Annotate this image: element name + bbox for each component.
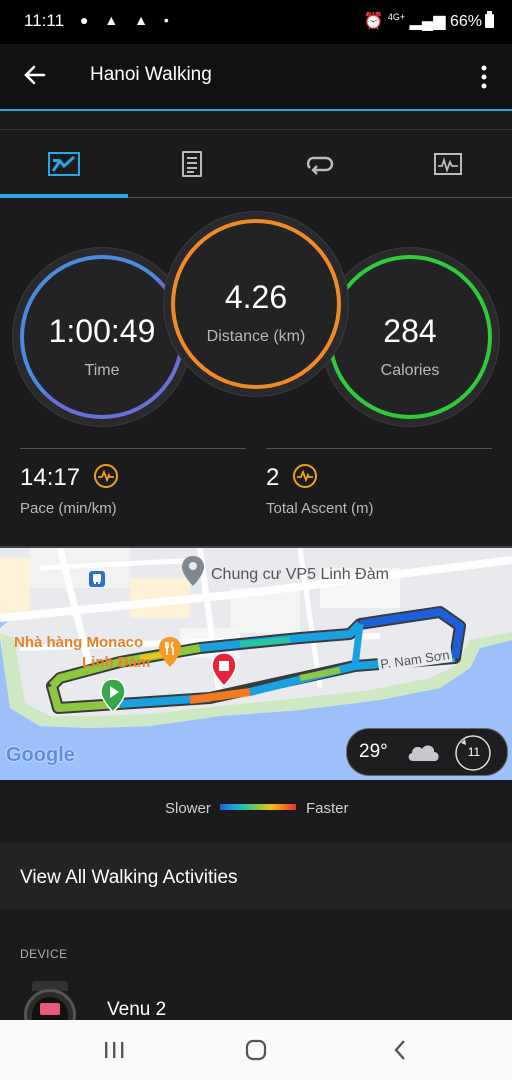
home-icon[interactable] xyxy=(244,1038,268,1062)
view-all-activities-button[interactable]: View All Walking Activities xyxy=(0,843,512,909)
network-label: 4G+ xyxy=(387,12,406,22)
status-time: 11:11 xyxy=(24,11,65,30)
wind-speed: 11 xyxy=(467,745,481,759)
calories-stat: 284 Calories xyxy=(328,313,492,380)
status-bar: 11:11 ● ▲ ▲ • ⏰ 4G+ ▂▄▆ 66% xyxy=(0,0,512,44)
poi-label-monaco: Nhà hàng Monaco xyxy=(14,634,144,651)
back-arrow-icon[interactable] xyxy=(22,62,48,88)
distance-stat: 4.26 Distance (km) xyxy=(171,279,341,346)
bus-stop-icon[interactable] xyxy=(88,570,106,588)
battery-level: 66% xyxy=(449,13,482,30)
finish-pin-icon[interactable] xyxy=(210,652,238,688)
place-pin-icon[interactable] xyxy=(180,554,206,588)
temperature-value: 29° xyxy=(359,741,388,762)
tab-stats[interactable] xyxy=(0,131,128,197)
distance-label: Distance (km) xyxy=(206,328,306,345)
more-options-icon[interactable] xyxy=(474,64,494,90)
device-section: DEVICE Venu 2 xyxy=(0,909,512,1021)
speed-gradient-bar xyxy=(220,804,296,810)
pace-stat: 14:17 Pace (min/km) xyxy=(20,463,119,517)
google-logo: Google xyxy=(6,744,75,766)
poi-label-chung-cu: Chung cư VP5 Linh Đàm xyxy=(211,566,389,583)
signal-icon: ▂▄▆ xyxy=(409,13,446,30)
route-map[interactable]: Chung cư VP5 Linh Đàm Nhà hàng Monaco Li… xyxy=(0,546,512,780)
distance-value: 4.26 xyxy=(224,279,288,315)
tab-bar xyxy=(0,111,512,199)
ascent-value: 2 xyxy=(266,464,280,491)
scrolled-content-peek xyxy=(0,111,512,130)
tab-charts[interactable] xyxy=(384,131,512,197)
pace-label: Pace (min/km) xyxy=(20,500,117,517)
tab-divider xyxy=(128,197,512,198)
speed-legend: Slower Faster xyxy=(0,780,512,842)
cloud-icon xyxy=(408,745,439,761)
calories-label: Calories xyxy=(380,362,440,379)
system-nav-bar xyxy=(0,1020,512,1080)
weather-chip[interactable]: 29° 11 xyxy=(346,728,508,776)
heart-rate-icon xyxy=(292,464,317,488)
alarm-icon: ⏰ xyxy=(363,13,384,30)
notification-icons: ● ▲ ▲ • xyxy=(80,12,175,28)
back-nav-icon[interactable] xyxy=(390,1038,410,1062)
tab-laps[interactable] xyxy=(256,131,384,197)
stats-panel: 1:00:49 Time 4.26 Distance (km) 284 Calo… xyxy=(0,199,512,544)
legend-faster: Faster xyxy=(306,800,349,817)
start-pin-icon[interactable] xyxy=(99,678,127,714)
ascent-divider xyxy=(266,448,492,449)
pace-value: 14:17 xyxy=(20,464,81,491)
watch-image[interactable] xyxy=(24,981,76,1021)
battery-icon xyxy=(485,11,494,28)
tab-details[interactable] xyxy=(128,131,256,197)
time-label: Time xyxy=(84,362,120,379)
calories-value: 284 xyxy=(383,313,437,349)
charts-tab-icon xyxy=(434,153,462,175)
time-value: 1:00:49 xyxy=(48,313,156,349)
time-stat: 1:00:49 Time xyxy=(20,313,184,380)
ascent-stat: 2 Total Ascent (m) xyxy=(266,463,374,517)
poi-label-linh-dam: Linh Đàm xyxy=(82,654,151,671)
device-header: DEVICE xyxy=(20,947,68,961)
recent-apps-icon[interactable] xyxy=(102,1040,126,1060)
app-bar: Hanoi Walking xyxy=(0,44,512,110)
stats-tab-icon xyxy=(48,152,80,176)
status-right: ⏰ 4G+ ▂▄▆ 66% xyxy=(363,11,494,31)
restaurant-pin-icon[interactable] xyxy=(158,636,182,668)
details-tab-icon xyxy=(182,151,202,177)
active-tab-indicator xyxy=(0,194,128,198)
page-title: Hanoi Walking xyxy=(90,64,212,85)
device-name[interactable]: Venu 2 xyxy=(107,999,166,1021)
legend-slower: Slower xyxy=(165,800,211,817)
pace-divider xyxy=(20,448,246,449)
ascent-label: Total Ascent (m) xyxy=(266,500,374,517)
view-all-label: View All Walking Activities xyxy=(20,867,238,888)
laps-tab-icon xyxy=(306,156,334,175)
heart-rate-icon xyxy=(93,464,118,488)
